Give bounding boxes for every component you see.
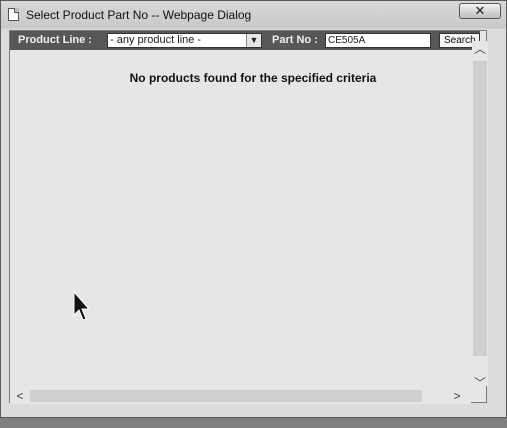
- part-no-input[interactable]: CE505A: [325, 33, 431, 48]
- page-icon: [8, 8, 19, 21]
- search-bar: Product Line : - any product line - ▼ Pa…: [10, 31, 480, 50]
- dialog-content: Product Line : - any product line - ▼ Pa…: [9, 30, 488, 403]
- webpage-dialog: Select Product Part No -- Webpage Dialog…: [0, 0, 507, 418]
- chevron-down-icon[interactable]: ▼: [246, 34, 261, 47]
- horizontal-scroll-thumb[interactable]: [30, 390, 422, 402]
- title-bar: Select Product Part No -- Webpage Dialog…: [1, 1, 506, 29]
- chevron-right-icon[interactable]: >: [449, 388, 465, 404]
- close-button[interactable]: ✕: [459, 3, 501, 19]
- part-no-label: Part No :: [272, 34, 318, 46]
- mouse-pointer-icon: [73, 291, 91, 321]
- no-results-message: No products found for the specified crit…: [129, 71, 377, 85]
- chevron-down-icon[interactable]: ﹀: [472, 375, 488, 391]
- chevron-left-icon[interactable]: <: [12, 388, 28, 404]
- product-line-label: Product Line :: [18, 34, 92, 46]
- chevron-up-icon[interactable]: ︿: [472, 41, 488, 57]
- product-line-value: - any product line -: [110, 34, 202, 46]
- horizontal-scrollbar[interactable]: < >: [10, 388, 471, 404]
- vertical-scroll-thumb[interactable]: [473, 61, 487, 356]
- window-title: Select Product Part No -- Webpage Dialog: [26, 8, 252, 22]
- product-line-select[interactable]: - any product line - ▼: [107, 33, 262, 48]
- vertical-scrollbar[interactable]: ︿ ﹀: [472, 41, 488, 390]
